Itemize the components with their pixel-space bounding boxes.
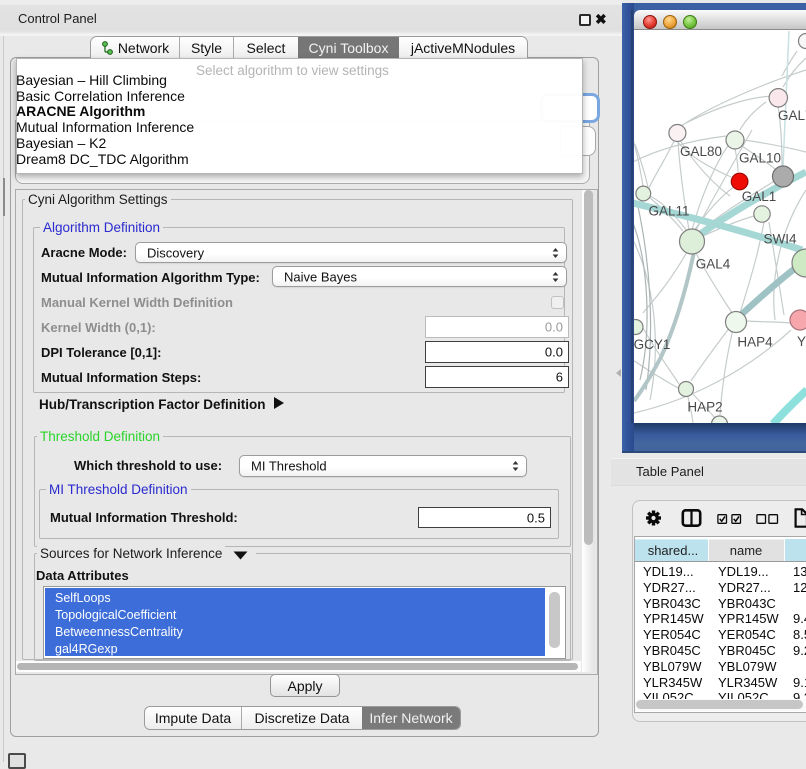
svg-text:GAL7: GAL7 (778, 108, 806, 123)
svg-text:GAL1: GAL1 (742, 189, 777, 204)
svg-text:HAP4: HAP4 (737, 335, 773, 350)
svg-text:GAL80: GAL80 (680, 144, 722, 159)
svg-text:GAL11: GAL11 (648, 204, 689, 219)
svg-text:HAP2: HAP2 (687, 400, 722, 415)
svg-text:GAL4: GAL4 (696, 257, 731, 272)
svg-text:SWI4: SWI4 (763, 232, 796, 247)
svg-text:GCY1: GCY1 (634, 337, 670, 352)
svg-text:YD: YD (797, 334, 806, 349)
svg-text:GAL10: GAL10 (739, 151, 781, 166)
